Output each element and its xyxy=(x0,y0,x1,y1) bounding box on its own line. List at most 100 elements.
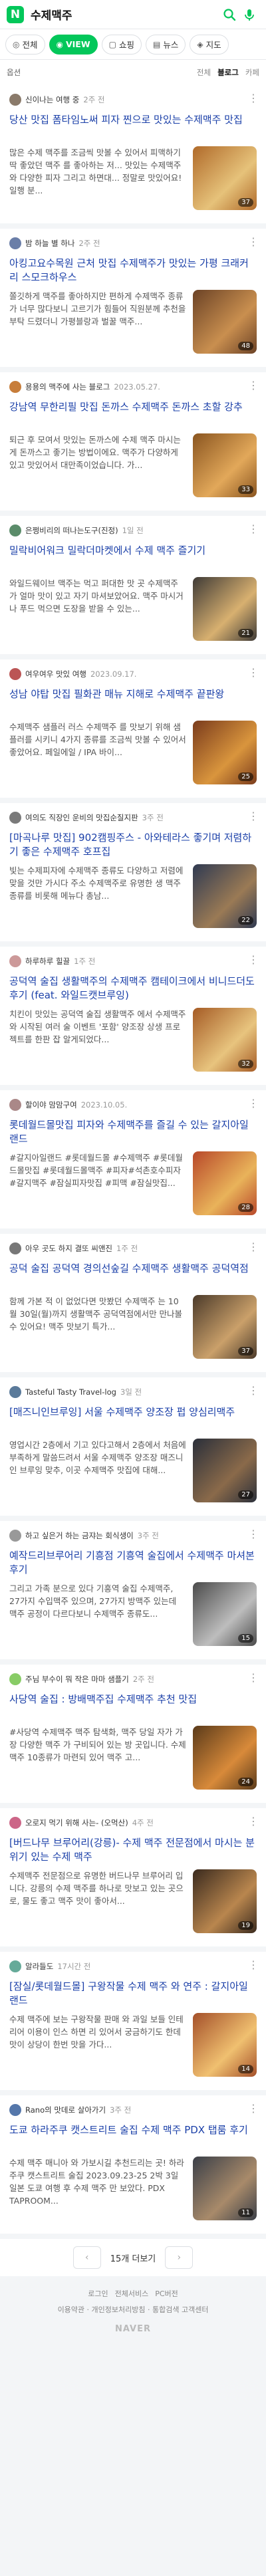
post-thumbnail[interactable]: 25 xyxy=(193,721,257,784)
footer-policy[interactable]: 이용약관 · 개인정보처리방침 · 통합검색 고객센터 xyxy=(0,2304,266,2315)
post-title[interactable]: 당산 맛집 폼타임노써 피자 찐으로 맛있는 수제맥주 맛집 xyxy=(9,113,257,141)
result-card[interactable]: 알라들도 17시간 전 ⋮ [잠실/롯데월드몰] 구왕작물 수제 맥주 와 연주 : … xyxy=(0,1952,266,2090)
post-title[interactable]: [매즈니인브루잉] 서울 수제맥주 양조장 펍 양심리맥주 xyxy=(9,1405,257,1433)
post-snippet[interactable]: 그리고 가족 분으로 있다 기흥역 술집 수제맥주, 27가지 수입맥주 있으며… xyxy=(9,1582,193,1645)
post-title[interactable]: [잠실/롯데월드몰] 구왕작물 수제 맥주 와 연주 : 갈지아일랜드 xyxy=(9,1980,257,2008)
author-avatar[interactable] xyxy=(9,1530,21,1542)
more-options-icon[interactable]: ⋮ xyxy=(248,1528,259,1540)
author-avatar[interactable] xyxy=(9,955,21,967)
result-card[interactable]: 여의도 직장인 운비의 맛집순질지판 3주 전 ⋮ [마곡나루 맛집] 902캠핑주스… xyxy=(0,803,266,941)
author-name[interactable]: 여의도 직장인 운비의 맛집순질지판 xyxy=(25,812,138,823)
post-thumbnail[interactable]: 28 xyxy=(193,1151,257,1215)
author-avatar[interactable] xyxy=(9,2104,21,2116)
more-options-icon[interactable]: ⋮ xyxy=(248,1097,259,1110)
more-options-icon[interactable]: ⋮ xyxy=(248,810,259,822)
post-title[interactable]: 도쿄 하라주쿠 캣스트리트 술집 수제 맥주 PDX 탭룸 후기 xyxy=(9,2123,257,2151)
post-snippet[interactable]: 빛는 수제피자에 수제맥주 종류도 다양하고 저렴에 맞을 것만 가시다 주소 … xyxy=(9,864,193,927)
post-snippet[interactable]: #사당역 수제맥주 맥주 탐색화, 맥주 당일 자가 가장 다양한 맥주 가 구… xyxy=(9,1726,193,1789)
footer-link[interactable]: 전체서비스 xyxy=(115,2288,149,2299)
result-card[interactable]: 주님 부수이 뭐 작은 마마 샘플기 2주 전 ⋮ 사당역 술집 : 방배맥주집 수제… xyxy=(0,1665,266,1803)
more-options-icon[interactable]: ⋮ xyxy=(248,1384,259,1397)
sort-all[interactable]: 전체 xyxy=(197,67,211,78)
post-snippet[interactable]: 퇴근 후 모여서 맛있는 돈까스에 수제 맥주 마시는게 돈까스고 좋기는 방법… xyxy=(9,433,193,497)
author-name[interactable]: 할이야 맘맘구여 xyxy=(25,1100,77,1110)
author-avatar[interactable] xyxy=(9,1099,21,1111)
footer-link[interactable]: 로그인 xyxy=(88,2288,108,2299)
author-avatar[interactable] xyxy=(9,812,21,824)
more-options-icon[interactable]: ⋮ xyxy=(248,92,259,104)
author-avatar[interactable] xyxy=(9,381,21,393)
author-avatar[interactable] xyxy=(9,668,21,680)
sort-blog[interactable]: 블로그 xyxy=(217,67,239,78)
author-avatar[interactable] xyxy=(9,525,21,536)
author-name[interactable]: 오로지 먹기 위해 사는- (오먹산) xyxy=(25,1817,128,1828)
author-name[interactable]: Rano의 맛데로 살아가기 xyxy=(25,2105,106,2115)
post-snippet[interactable]: 영업시간 2층에서 기고 있다고해서 2층에서 처음에 부족하게 말씀드려서 서… xyxy=(9,1439,193,1502)
post-title[interactable]: 강남역 무한리필 맛집 돈까스 수제맥주 돈까스 초할 강추 xyxy=(9,400,257,428)
post-snippet[interactable]: 함께 가본 적 이 없었다면 맛봤던 수제맥주 는 10월 30일(월)까지 생… xyxy=(9,1295,193,1358)
author-avatar[interactable] xyxy=(9,1960,21,1972)
author-avatar[interactable] xyxy=(9,1242,21,1254)
author-avatar[interactable] xyxy=(9,1673,21,1685)
author-name[interactable]: 은쩡비리의 떠나는도구(진정) xyxy=(25,525,118,536)
post-thumbnail[interactable]: 32 xyxy=(193,1008,257,1072)
post-thumbnail[interactable]: 15 xyxy=(193,1582,257,1646)
post-title[interactable]: 예작드리브루어리 기흥점 기흥역 술집에서 수제맥주 마셔본 후기 xyxy=(9,1549,257,1577)
author-name[interactable]: 주님 부수이 뭐 작은 마마 샘플기 xyxy=(25,1674,129,1685)
post-snippet[interactable]: 와일드웨이브 맥주는 먹고 퍼대한 맛 곳 수제맥주 가 얼마 맛이 있고 자기… xyxy=(9,577,193,640)
post-snippet[interactable]: 많은 수제 맥주를 조금씩 맛볼 수 있어서 피맥하기 딱 좋았던 맥주 를 좋… xyxy=(9,146,193,209)
post-thumbnail[interactable]: 24 xyxy=(193,1726,257,1790)
post-snippet[interactable]: 수제 맥주에 보는 구왕작물 판매 와 과일 보들 인테리어 이용이 인스 하면… xyxy=(9,2013,193,2076)
author-name[interactable]: 하고 싶은거 하는 금쟈는 회식생이 xyxy=(25,1530,134,1541)
post-thumbnail[interactable]: 19 xyxy=(193,1869,257,1933)
result-card[interactable]: 용용의 맥주에 사는 블로그 2023.05.27. ⋮ 강남역 무한리필 맛집 돈까… xyxy=(0,372,266,511)
footer-link[interactable]: PC버전 xyxy=(155,2288,178,2299)
more-results-label[interactable]: 15개 더보기 xyxy=(110,2252,156,2264)
sort-cafe[interactable]: 카페 xyxy=(245,67,259,78)
author-avatar[interactable] xyxy=(9,237,21,249)
prev-page-button[interactable]: ‹ xyxy=(72,2246,101,2269)
result-card[interactable]: 오로지 먹기 위해 사는- (오먹산) 4주 전 ⋮ [버드나무 브루어리(강릉)- … xyxy=(0,1808,266,1946)
search-query[interactable]: 수제맥주 xyxy=(31,6,219,23)
tab-전체[interactable]: ◎ 전체 xyxy=(5,34,45,55)
post-snippet[interactable]: 수제 맥주 매니아 와 가보시길 추천드리는 곳! 하라주쿠 캣스트리트 술집 … xyxy=(9,2157,193,2220)
more-options-icon[interactable]: ⋮ xyxy=(248,1815,259,1827)
result-card[interactable]: 밤 하늘 별 하나 2주 전 ⋮ 아킹고요수목원 근처 맛집 수제맥주가 맛있는 가평… xyxy=(0,229,266,367)
author-name[interactable]: Tasteful Tasty Travel-log xyxy=(25,1387,116,1397)
post-snippet[interactable]: 쫄깃하게 맥주를 좋아하지만 편하게 수제맥주 종류가 너무 많다보니 고르기가… xyxy=(9,290,193,353)
author-name[interactable]: 알라들도 xyxy=(25,1961,53,1972)
post-title[interactable]: 사당역 술집 : 방배맥주집 수제맥주 추천 맛집 xyxy=(9,1693,257,1720)
post-thumbnail[interactable]: 27 xyxy=(193,1439,257,1502)
result-card[interactable]: 할이야 맘맘구여 2023.10.05. ⋮ 롯데월드몰맛집 피자와 수제맥주를 즐길… xyxy=(0,1090,266,1229)
more-options-icon[interactable]: ⋮ xyxy=(248,666,259,679)
result-card[interactable]: Tasteful Tasty Travel-log 3일 전 ⋮ [매즈니인브루잉] … xyxy=(0,1377,266,1516)
more-options-icon[interactable]: ⋮ xyxy=(248,235,259,248)
author-avatar[interactable] xyxy=(9,1817,21,1829)
result-card[interactable]: 아우 곳도 하지 결또 씨앤진 1주 전 ⋮ 공덕 술집 공덕역 경의선숲길 수제맥주… xyxy=(0,1234,266,1372)
post-thumbnail[interactable]: 33 xyxy=(193,433,257,497)
post-snippet[interactable]: 치킨이 맛있는 공덕역 술집 생활맥주 에서 수제맥주 와 시작된 여러 술 이… xyxy=(9,1008,193,1071)
post-thumbnail[interactable]: 37 xyxy=(193,146,257,210)
result-card[interactable]: 하고 싶은거 하는 금쟈는 회식생이 3주 전 ⋮ 예작드리브루어리 기흥점 기흥역 … xyxy=(0,1521,266,1659)
more-options-icon[interactable]: ⋮ xyxy=(248,2102,259,2115)
post-title[interactable]: 공덕 술집 공덕역 경의선숲길 수제맥주 생활맥주 공덕역점 xyxy=(9,1262,257,1290)
post-title[interactable]: 아킹고요수목원 근처 맛집 수제맥주가 맛있는 가평 크래커리 스모크하우스 xyxy=(9,257,257,285)
author-avatar[interactable] xyxy=(9,1386,21,1398)
more-options-icon[interactable]: ⋮ xyxy=(248,1958,259,1971)
more-options-icon[interactable]: ⋮ xyxy=(248,1671,259,1684)
tab-쇼핑[interactable]: ▢ 쇼핑 xyxy=(101,34,142,55)
author-name[interactable]: 하루하루 힐끌 xyxy=(25,956,70,967)
search-icon[interactable] xyxy=(219,5,239,25)
more-options-icon[interactable]: ⋮ xyxy=(248,1240,259,1253)
post-title[interactable]: [마곡나루 맛집] 902캠핑주스 - 아와테라스 좋기며 저렴하기 좋은 수제… xyxy=(9,831,257,859)
result-card[interactable]: 여우여우 맛있 여행 2023.09.17. ⋮ 성남 야탑 맛집 필화관 매뉴 지해… xyxy=(0,659,266,798)
author-name[interactable]: 여우여우 맛있 여행 xyxy=(25,669,86,679)
author-name[interactable]: 용용의 맥주에 사는 블로그 xyxy=(25,382,110,392)
post-thumbnail[interactable]: 21 xyxy=(193,577,257,641)
post-thumbnail[interactable]: 37 xyxy=(193,1295,257,1359)
tab-지도[interactable]: ◈ 지도 xyxy=(190,34,229,55)
more-options-icon[interactable]: ⋮ xyxy=(248,379,259,392)
post-thumbnail[interactable]: 11 xyxy=(193,2157,257,2220)
post-title[interactable]: 롯데월드몰맛집 피자와 수제맥주를 즐길 수 있는 갈지아일랜드 xyxy=(9,1118,257,1146)
naver-logo[interactable]: N xyxy=(7,5,24,23)
